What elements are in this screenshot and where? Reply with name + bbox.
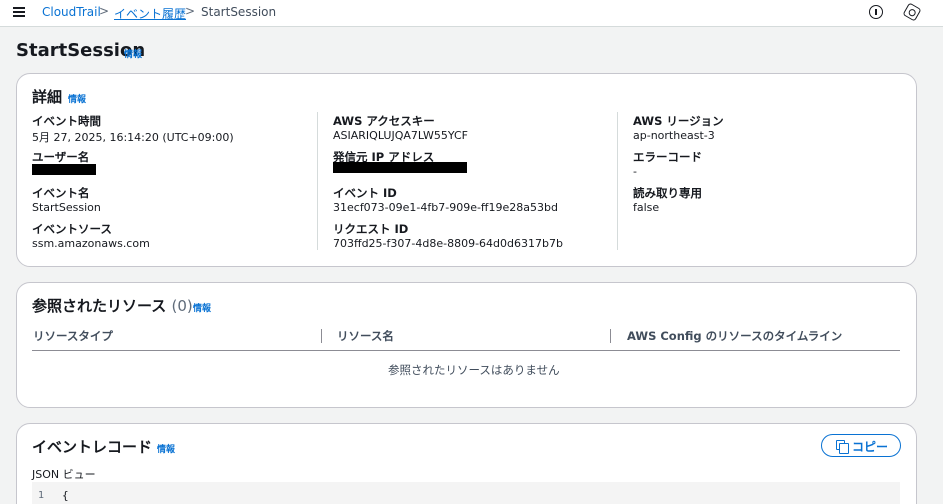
resources-heading: 参照されたリソース (0) [32, 295, 193, 316]
region-label: AWS リージョン [633, 114, 724, 128]
event-record-info-link[interactable]: 情報 [157, 442, 175, 455]
breadcrumb-event-history[interactable]: イベント履歴 [114, 5, 186, 22]
resources-heading-text: 参照されたリソース [32, 297, 167, 315]
read-only-value: false [633, 201, 660, 214]
column-header-config-timeline[interactable]: AWS Config のリソースのタイムライン [627, 328, 842, 344]
column-resizer[interactable] [610, 329, 611, 343]
column-divider [317, 112, 318, 250]
access-key-label: AWS アクセスキー [333, 114, 435, 128]
redacted-source-ip [333, 162, 467, 173]
copy-button-label: コピー [852, 440, 889, 454]
details-info-link[interactable]: 情報 [68, 92, 86, 105]
event-id-label: イベント ID [333, 186, 397, 200]
resources-count: (0) [171, 297, 193, 315]
info-circle-icon[interactable] [869, 5, 883, 19]
event-source-label: イベントソース [32, 222, 112, 236]
read-only-label: 読み取り専用 [633, 186, 702, 200]
copy-icon [836, 440, 849, 454]
table-header-divider [32, 350, 900, 351]
event-source-value: ssm.amazonaws.com [32, 237, 150, 250]
column-header-resource-type[interactable]: リソースタイプ [33, 328, 113, 344]
access-key-value: ASIARIQLUJQA7LW55YCF [333, 129, 468, 142]
json-code-editor[interactable] [32, 482, 900, 504]
column-resizer[interactable] [321, 329, 322, 343]
error-code-label: エラーコード [633, 150, 702, 164]
hamburger-menu-icon[interactable] [13, 6, 27, 18]
copy-button[interactable]: コピー [821, 434, 901, 457]
column-header-resource-name[interactable]: リソース名 [337, 328, 394, 344]
top-navigation-bar: CloudTrail > イベント履歴 > StartSession [0, 0, 943, 27]
breadcrumb-cloudtrail[interactable]: CloudTrail [42, 5, 101, 19]
error-code-value: - [633, 165, 637, 178]
event-id-value: 31ecf073-09e1-4fb7-909e-ff19e28a53bd [333, 201, 558, 214]
chevron-right-icon: > [99, 4, 110, 18]
request-id-label: リクエスト ID [333, 222, 409, 236]
empty-table-message: 参照されたリソースはありません [388, 363, 560, 377]
region-value: ap-northeast-3 [633, 129, 715, 142]
breadcrumb-current: StartSession [201, 5, 277, 19]
request-id-value: 703ffd25-f307-4d8e-8809-64d0d6317b7b [333, 237, 563, 250]
line-number: 1 [38, 490, 45, 501]
resources-info-link[interactable]: 情報 [193, 301, 211, 314]
username-label: ユーザー名 [32, 150, 90, 164]
event-time-label: イベント時間 [32, 114, 101, 128]
chevron-right-icon: > [185, 4, 196, 18]
column-divider [617, 112, 618, 250]
page-info-link[interactable]: 情報 [124, 47, 142, 60]
event-time-value: 5月 27, 2025, 16:14:20 (UTC+09:00) [32, 131, 234, 144]
hexagon-settings-icon[interactable] [902, 2, 922, 22]
json-view-label: JSON ビュー [32, 468, 96, 481]
details-heading: 詳細 [32, 88, 63, 106]
code-line: { [62, 489, 69, 502]
event-name-label: イベント名 [32, 186, 90, 200]
event-record-heading: イベントレコード [32, 438, 153, 456]
event-name-value: StartSession [32, 201, 101, 214]
redacted-username [32, 164, 96, 175]
